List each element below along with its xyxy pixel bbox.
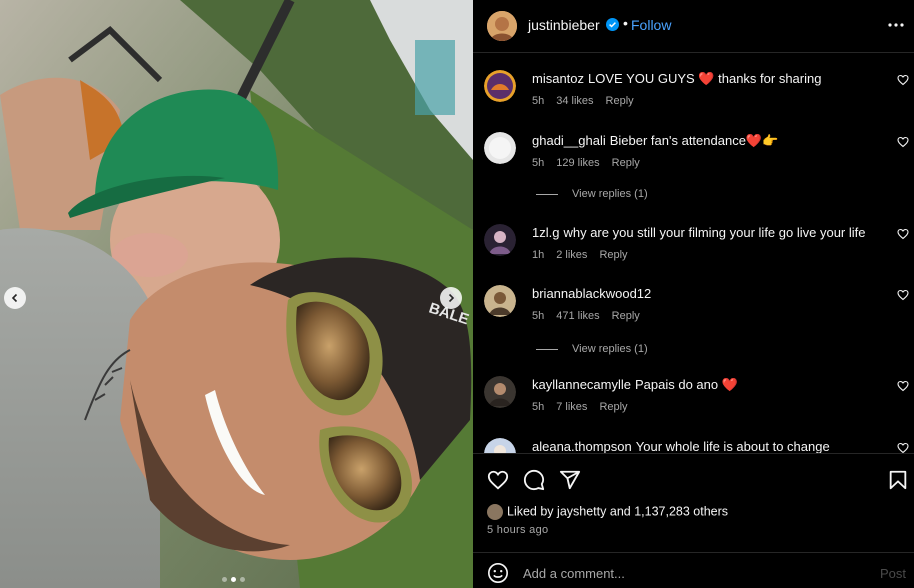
liker-avatar[interactable] bbox=[487, 504, 503, 520]
heart-outline-icon[interactable] bbox=[897, 380, 909, 392]
commenter-avatar[interactable] bbox=[484, 285, 516, 317]
carousel-next-button[interactable] bbox=[440, 287, 462, 309]
comment-text: kayllannecamylle Papais do ano ❤️ bbox=[532, 376, 738, 393]
heart-outline-icon[interactable] bbox=[897, 442, 909, 453]
author-username[interactable]: justinbieber bbox=[528, 17, 600, 33]
comment-meta: 5h 34 likes Reply bbox=[532, 95, 646, 107]
smiley-icon[interactable] bbox=[487, 562, 509, 584]
comment-body: Papais do ano ❤️ bbox=[635, 377, 738, 392]
verified-badge-icon bbox=[606, 18, 619, 31]
post-timestamp[interactable]: 5 hours ago bbox=[487, 524, 548, 536]
comment-reply-button[interactable]: Reply bbox=[612, 310, 640, 322]
comment-text: ghadi__ghali Bieber fan's attendance❤️👉 bbox=[532, 132, 778, 149]
liked-by-summary: Liked by jayshetty and 1,137,283 others bbox=[487, 504, 728, 520]
comment-likes[interactable]: 2 likes bbox=[556, 249, 587, 261]
comment-username[interactable]: briannablackwood12 bbox=[532, 286, 651, 301]
comment-username[interactable]: ghadi__ghali bbox=[532, 133, 606, 148]
more-horizontal-icon[interactable] bbox=[887, 16, 905, 34]
comment-text: aleana.thompson Your whole life is about … bbox=[532, 438, 830, 453]
follow-button[interactable]: Follow bbox=[631, 17, 671, 33]
comment-body: Your whole life is about to change bbox=[635, 439, 830, 453]
header-separator: • bbox=[623, 15, 628, 31]
comment-likes[interactable]: 471 likes bbox=[556, 310, 599, 322]
heart-outline-icon[interactable] bbox=[897, 228, 909, 240]
comment-text: briannablackwood12 bbox=[532, 285, 655, 302]
comment-username[interactable]: kayllannecamylle bbox=[532, 377, 631, 392]
author-avatar[interactable] bbox=[487, 11, 517, 41]
post-actions: Liked by jayshetty and 1,137,283 others … bbox=[473, 453, 914, 551]
comment-meta: 5h 129 likes Reply bbox=[532, 157, 652, 169]
view-replies-label: View replies (1) bbox=[572, 188, 648, 200]
comment-body: Bieber fan's attendance❤️👉 bbox=[609, 133, 779, 148]
chevron-right-icon bbox=[448, 293, 455, 303]
comment-time: 5h bbox=[532, 95, 545, 107]
commenter-avatar[interactable] bbox=[484, 438, 516, 453]
post-comment-button[interactable]: Post bbox=[880, 566, 906, 581]
comment-text: 1zl.g why are you still your filming your… bbox=[532, 224, 865, 241]
heart-outline-icon[interactable] bbox=[897, 136, 909, 148]
view-replies-line bbox=[536, 193, 558, 195]
comment-username[interactable]: misantoz bbox=[532, 71, 584, 86]
comment-likes[interactable]: 129 likes bbox=[556, 157, 599, 169]
heart-outline-icon[interactable] bbox=[897, 74, 909, 86]
commenter-avatar[interactable] bbox=[484, 376, 516, 408]
paper-plane-icon[interactable] bbox=[559, 469, 581, 491]
comment-reply-button[interactable]: Reply bbox=[599, 249, 627, 261]
comment-body: why are you still your filming your life… bbox=[563, 225, 866, 240]
comment-meta: 5h 7 likes Reply bbox=[532, 401, 640, 413]
comment-reply-button[interactable]: Reply bbox=[612, 157, 640, 169]
comments-list[interactable]: misantoz LOVE YOU GUYS ❤️ thanks for shar… bbox=[473, 54, 914, 453]
couple-selfie-image: BALE bbox=[0, 0, 473, 588]
comment-input[interactable] bbox=[523, 563, 823, 583]
carousel-prev-button[interactable] bbox=[4, 287, 26, 309]
comment-likes[interactable]: 7 likes bbox=[556, 401, 587, 413]
comment-reply-button[interactable]: Reply bbox=[606, 95, 634, 107]
carousel-dot bbox=[240, 577, 245, 582]
liked-by-joiner: and bbox=[609, 504, 631, 519]
comment-likes[interactable]: 34 likes bbox=[556, 95, 593, 107]
chevron-left-icon bbox=[11, 293, 18, 303]
add-comment-bar: Post bbox=[473, 552, 914, 588]
comment-time: 5h bbox=[532, 310, 545, 322]
heart-outline-icon[interactable] bbox=[487, 469, 509, 491]
comment-username[interactable]: aleana.thompson bbox=[532, 439, 632, 453]
comment-time: 5h bbox=[532, 157, 545, 169]
comment-meta: 5h 471 likes Reply bbox=[532, 310, 652, 322]
author-avatar-image bbox=[487, 11, 517, 41]
view-replies-label: View replies (1) bbox=[572, 343, 648, 355]
carousel-indicator bbox=[222, 577, 245, 582]
comment-username[interactable]: 1zl.g bbox=[532, 225, 559, 240]
post-side-panel: justinbieber • Follow misantoz LOVE YOU G… bbox=[473, 0, 914, 588]
comment-body: LOVE YOU GUYS ❤️ thanks for sharing bbox=[588, 71, 822, 86]
comment-time: 5h bbox=[532, 401, 545, 413]
liked-by-user[interactable]: jayshetty bbox=[557, 504, 606, 518]
post-photo: BALE bbox=[0, 0, 473, 588]
view-replies-line bbox=[536, 348, 558, 350]
view-replies-button[interactable]: View replies (1) bbox=[536, 343, 648, 355]
liked-by-prefix: Liked by bbox=[507, 504, 554, 519]
view-replies-button[interactable]: View replies (1) bbox=[536, 188, 648, 200]
comment-reply-button[interactable]: Reply bbox=[599, 401, 627, 413]
commenter-avatar[interactable] bbox=[484, 132, 516, 164]
bookmark-icon[interactable] bbox=[887, 469, 909, 491]
commenter-avatar[interactable] bbox=[484, 224, 516, 256]
post-header: justinbieber • Follow bbox=[473, 0, 914, 53]
likes-count[interactable]: 1,137,283 others bbox=[634, 504, 728, 518]
comment-time: 1h bbox=[532, 249, 545, 261]
carousel-dot-active bbox=[231, 577, 236, 582]
heart-outline-icon[interactable] bbox=[897, 289, 909, 301]
comment-meta: 1h 2 likes Reply bbox=[532, 249, 640, 261]
commenter-avatar[interactable] bbox=[484, 70, 516, 102]
carousel-dot bbox=[222, 577, 227, 582]
comment-text: misantoz LOVE YOU GUYS ❤️ thanks for shar… bbox=[532, 70, 821, 87]
comment-bubble-icon[interactable] bbox=[523, 469, 545, 491]
